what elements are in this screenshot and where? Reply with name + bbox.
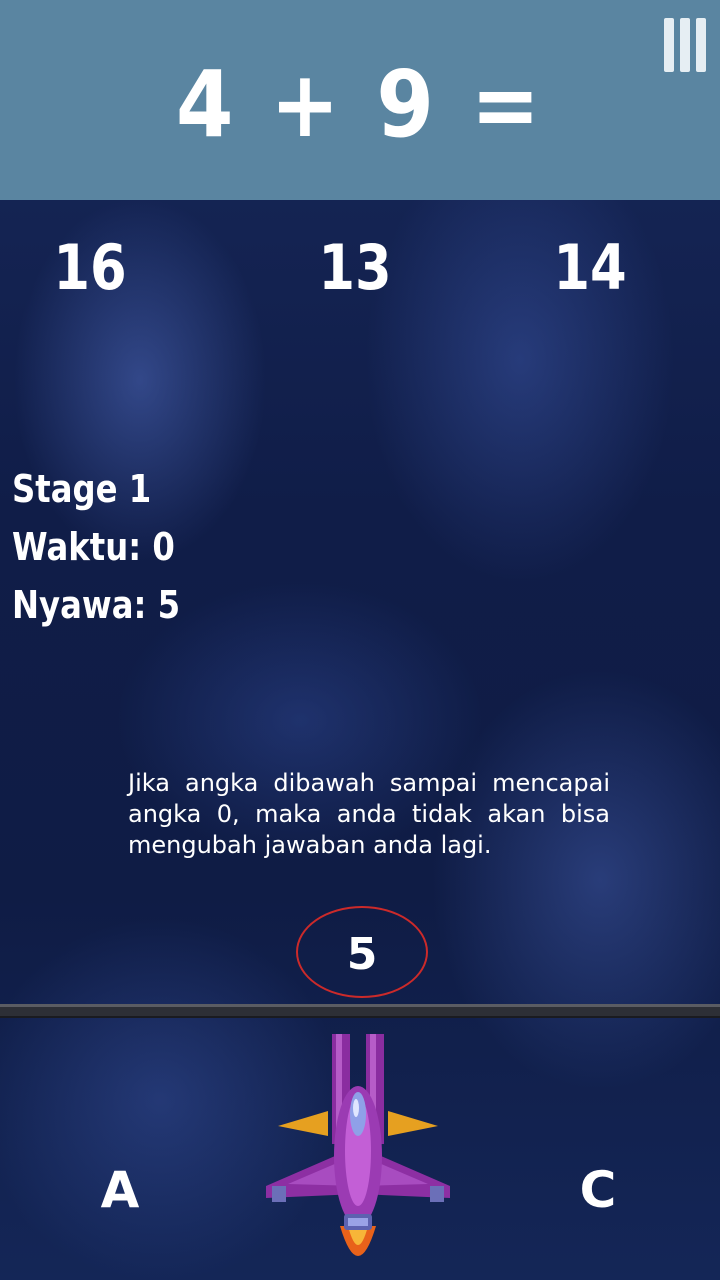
instruction-text: Jika angka dibawah sampai mencapai angka… bbox=[128, 769, 610, 859]
lives-label: Nyawa: 5 bbox=[12, 583, 181, 627]
stage-label: Stage 1 bbox=[12, 467, 152, 511]
math-question: 4 + 9 = bbox=[175, 51, 545, 158]
time-label: Waktu: 0 bbox=[12, 525, 175, 569]
lane-c-button[interactable]: C bbox=[558, 1155, 638, 1225]
lane-a-button[interactable]: A bbox=[80, 1155, 160, 1225]
answer-option-3[interactable]: 14 bbox=[522, 228, 658, 308]
countdown-value: 5 bbox=[346, 929, 378, 980]
answer-option-2[interactable]: 13 bbox=[287, 228, 423, 308]
menu-bars-icon[interactable] bbox=[660, 18, 710, 72]
lane-divider bbox=[0, 1004, 720, 1018]
question-header: 4 + 9 = bbox=[0, 0, 720, 200]
spaceship-icon[interactable] bbox=[258, 1026, 458, 1276]
answer-option-1[interactable]: 16 bbox=[22, 228, 158, 308]
